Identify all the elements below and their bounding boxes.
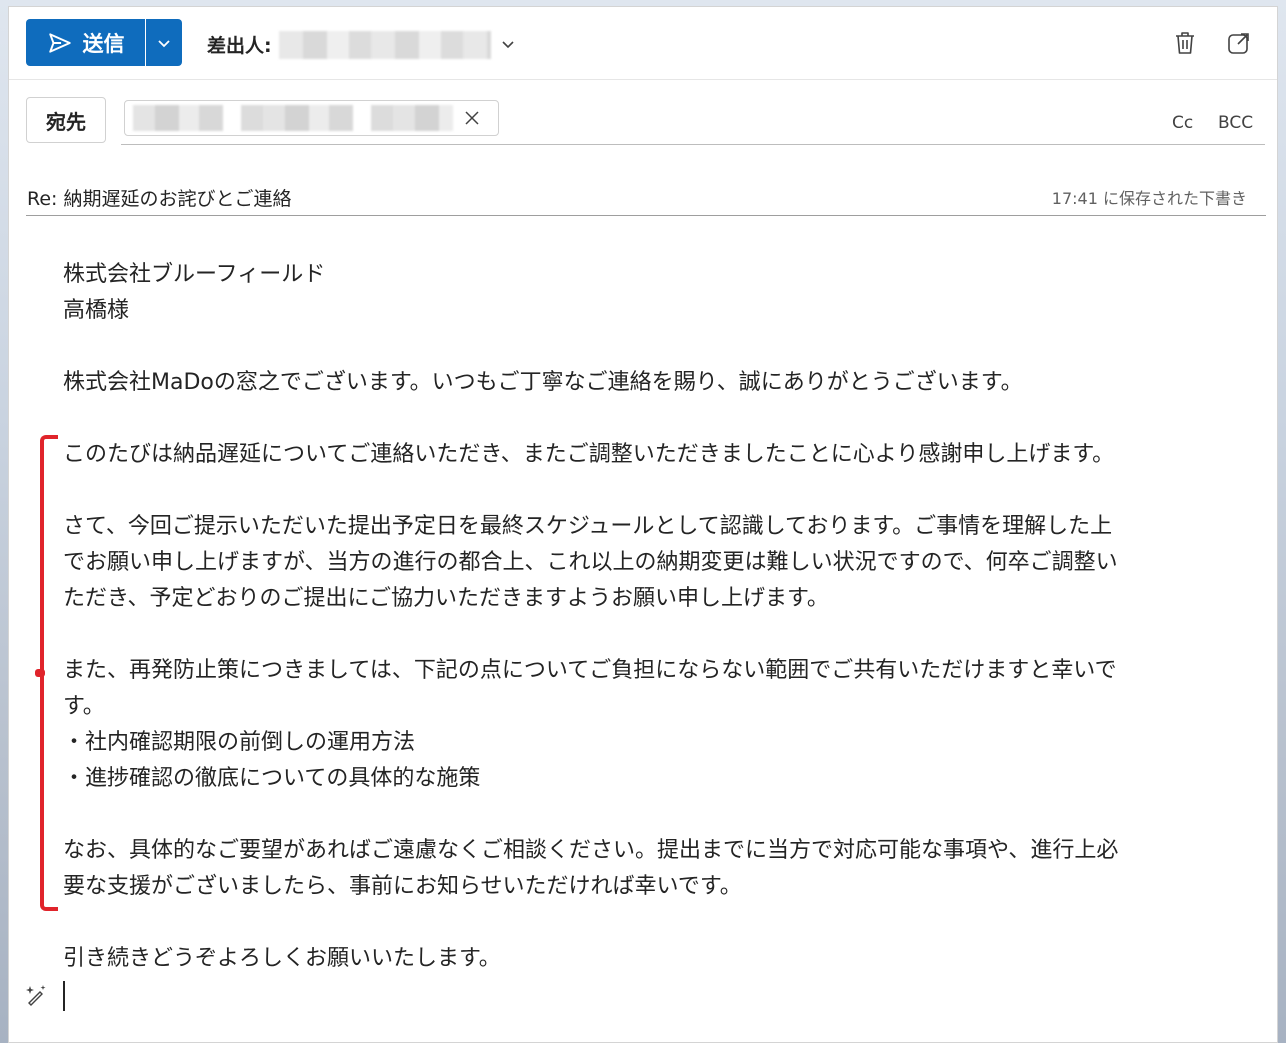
discard-trash-icon[interactable]: [1171, 29, 1199, 57]
to-field-divider: [121, 144, 1265, 145]
recipient-address-redacted: [133, 105, 453, 131]
draft-saved-status: 17:41 に保存された下書き: [1051, 189, 1247, 208]
send-options-dropdown[interactable]: [146, 19, 182, 66]
bcc-button[interactable]: BCC: [1218, 113, 1253, 133]
send-icon: [48, 32, 71, 53]
paragraph-3-line-2: す。: [63, 694, 105, 719]
pop-out-icon[interactable]: [1225, 29, 1253, 57]
message-body[interactable]: 株式会社ブルーフィールド 高橋様 株式会社MaDoの窓之でございます。いつもご丁…: [63, 257, 1233, 977]
text-cursor: [63, 981, 65, 1011]
compose-window: 送信 差出人: 宛先 Cc BCC Re: 納期遅延のお詫びとご連絡 17:41…: [8, 6, 1278, 1043]
paragraph-3-line-1: また、再発防止策につきましては、下記の点についてご負担にならない範囲でご共有いた…: [63, 658, 1117, 683]
subject-field[interactable]: Re: 納期遅延のお詫びとご連絡: [27, 184, 291, 211]
recipient-chip[interactable]: [124, 100, 499, 136]
cc-button[interactable]: Cc: [1172, 113, 1193, 133]
chevron-down-icon: [158, 39, 170, 47]
intro-paragraph: 株式会社MaDoの窓之でございます。いつもご丁寧なご連絡を賜り、誠にありがとうご…: [63, 370, 1023, 395]
send-button[interactable]: 送信: [26, 19, 145, 66]
subject-divider: [26, 215, 1266, 216]
close-icon[interactable]: [463, 109, 481, 127]
bullet-item-1: ・社内確認期限の前倒しの運用方法: [63, 730, 416, 755]
paragraph-2-line-2: でお願い申し上げますが、当方の進行の都合上、これ以上の納期変更は難しい状況ですの…: [63, 550, 1118, 575]
paragraph-4-line-2: 要な支援がございましたら、事前にお知らせいただければ幸いです。: [63, 874, 742, 899]
closing-line: 引き続きどうぞよろしくお願いいたします。: [63, 946, 501, 971]
greeting-company: 株式会社ブルーフィールド: [63, 262, 326, 287]
paragraph-4-line-1: なお、具体的なご要望があればご遠慮なくご相談ください。提出までに当方で対応可能な…: [63, 838, 1119, 863]
paragraph-1: このたびは納品遅延についてご連絡いただき、またご調整いただきましたことに心より感…: [63, 442, 1115, 467]
copilot-pen-icon[interactable]: [25, 983, 49, 1007]
greeting-name: 高橋様: [63, 298, 130, 323]
compose-toolbar: 送信 差出人:: [9, 7, 1277, 80]
highlight-bracket-tick: [35, 669, 45, 677]
from-address-redacted: [279, 31, 491, 59]
from-label: 差出人:: [207, 35, 272, 57]
send-label: 送信: [82, 31, 125, 56]
bullet-item-2: ・進捗確認の徹底についての具体的な施策: [63, 766, 481, 791]
from-chevron-down-icon[interactable]: [499, 35, 517, 53]
paragraph-2-line-3: ただき、予定どおりのご提出にご協力いただきますようお願い申し上げます。: [63, 586, 829, 611]
to-button[interactable]: 宛先: [26, 97, 106, 143]
paragraph-2-line-1: さて、今回ご提示いただいた提出予定日を最終スケジュールとして認識しております。ご…: [63, 514, 1113, 539]
